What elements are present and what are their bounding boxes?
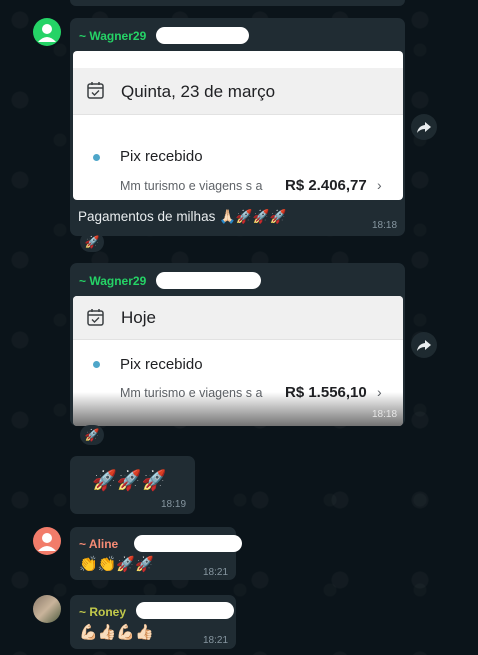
status-dot xyxy=(93,154,100,161)
avatar-aline[interactable] xyxy=(33,527,61,555)
message-caption: Pagamentos de milhas 🙏🏻🚀🚀🚀 xyxy=(78,209,287,224)
message-text: 💪🏻👍🏻💪🏻👍🏻 xyxy=(79,623,154,641)
calendar-icon xyxy=(87,309,104,326)
forward-icon xyxy=(417,340,431,351)
message-time: 18:18 xyxy=(372,220,398,231)
message-time: 18:18 xyxy=(372,409,398,420)
message-bubble-2[interactable]: ~ Wagner29 Hoje Pix recebido Mm turismo … xyxy=(70,263,405,426)
status-dot xyxy=(93,361,100,368)
receipt-header: Quinta, 23 de março xyxy=(73,68,403,115)
sender-name[interactable]: ~ Roney xyxy=(79,605,126,619)
pix-title: Pix recebido xyxy=(120,356,203,373)
pix-amount: R$ 2.406,77 xyxy=(285,177,367,194)
message-text: 👏👏🚀🚀 xyxy=(79,555,154,573)
message-time: 18:19 xyxy=(161,499,187,510)
image-fade xyxy=(73,392,403,426)
avatar-wagner[interactable] xyxy=(33,18,61,46)
message-bubble-3[interactable]: 🚀🚀🚀 18:19 xyxy=(70,456,195,514)
pix-receipt-card[interactable]: Hoje Pix recebido Mm turismo e viagens s… xyxy=(73,296,403,426)
receipt-header: Hoje xyxy=(73,296,403,340)
pix-receipt-card[interactable]: Quinta, 23 de março Pix recebido Mm turi… xyxy=(73,51,403,200)
forward-button[interactable] xyxy=(411,332,437,358)
redacted-phone xyxy=(134,535,242,552)
message-time: 18:21 xyxy=(203,567,229,578)
message-bubble-4[interactable]: ~ Aline 👏👏🚀🚀 18:21 xyxy=(70,527,242,580)
sender-name[interactable]: ~ Aline xyxy=(79,537,118,551)
redacted-phone xyxy=(156,27,249,44)
reaction-badge[interactable]: 🚀 xyxy=(80,425,104,445)
forward-button[interactable] xyxy=(411,114,437,140)
message-time: 18:21 xyxy=(203,635,229,646)
redacted-phone xyxy=(156,272,261,289)
avatar-roney[interactable] xyxy=(33,595,61,623)
message-bubble-1[interactable]: ~ Wagner29 Quinta, 23 de março Pix receb… xyxy=(70,18,405,236)
chevron-right-icon: › xyxy=(377,177,382,193)
calendar-icon xyxy=(87,82,104,99)
reaction-badge[interactable]: 🚀 xyxy=(80,232,104,252)
message-bubble-5[interactable]: ~ Roney 💪🏻👍🏻💪🏻👍🏻 18:21 xyxy=(70,595,236,649)
receipt-date: Quinta, 23 de março xyxy=(121,82,276,101)
message-text: 🚀🚀🚀 xyxy=(92,468,167,492)
forward-icon xyxy=(417,122,431,133)
sender-name[interactable]: ~ Wagner29 xyxy=(79,274,146,288)
pix-description: Mm turismo e viagens s a xyxy=(120,179,263,193)
sender-name[interactable]: ~ Wagner29 xyxy=(79,29,146,43)
receipt-date: Hoje xyxy=(121,308,156,327)
pix-title: Pix recebido xyxy=(120,148,203,165)
previous-message-edge xyxy=(70,0,405,6)
redacted-phone xyxy=(136,602,234,619)
